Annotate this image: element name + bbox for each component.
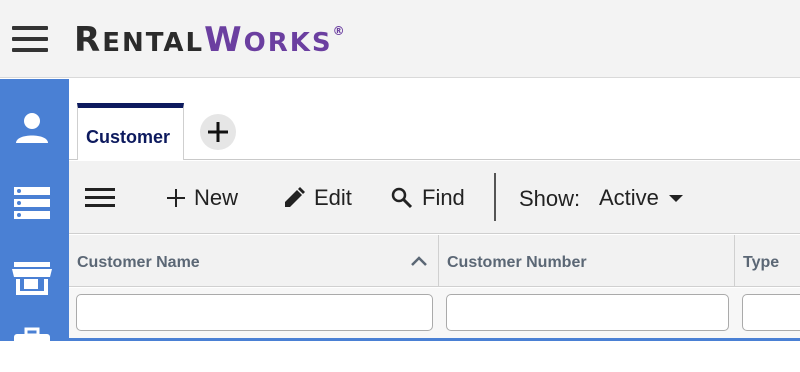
find-button[interactable]: Find xyxy=(390,181,465,215)
menu-bar xyxy=(12,26,48,30)
sort-ascending-icon[interactable] xyxy=(410,255,428,267)
edit-label: Edit xyxy=(314,185,352,210)
app-header: RENTALWORKS® xyxy=(0,0,800,78)
grid-header: Customer Name Customer Number Type xyxy=(69,235,800,287)
app-logo: RENTALWORKS® xyxy=(74,20,345,60)
filter-customer-name-input[interactable] xyxy=(76,294,433,331)
toolbar-divider xyxy=(494,173,496,221)
left-sidebar xyxy=(0,79,69,360)
show-value: Active xyxy=(599,185,659,210)
menu-bar xyxy=(85,196,115,199)
tab-label: Customer xyxy=(86,127,171,147)
tab-customer[interactable]: Customer xyxy=(77,103,184,160)
plus-icon xyxy=(208,122,228,142)
column-header-customer-name[interactable]: Customer Name xyxy=(69,235,439,287)
list-icon[interactable] xyxy=(10,183,54,223)
filter-customer-number-input[interactable] xyxy=(446,294,729,331)
search-icon xyxy=(391,187,413,209)
person-icon[interactable] xyxy=(10,109,54,149)
show-filter-dropdown[interactable]: Active xyxy=(599,181,683,215)
column-header-type[interactable]: Type xyxy=(735,235,800,287)
menu-bar xyxy=(12,48,48,52)
briefcase-icon[interactable] xyxy=(10,327,54,367)
menu-icon[interactable] xyxy=(85,188,115,210)
menu-bar xyxy=(85,188,115,191)
find-label: Find xyxy=(422,185,465,210)
add-tab-button[interactable] xyxy=(200,114,236,150)
chevron-down-icon xyxy=(668,194,683,202)
main-menu-icon[interactable] xyxy=(12,26,48,52)
column-header-customer-number[interactable]: Customer Number xyxy=(439,235,735,287)
show-label: Show: xyxy=(519,186,581,211)
grid-filter-row xyxy=(69,288,800,341)
plus-icon xyxy=(167,189,185,207)
column-label: Type xyxy=(743,254,780,271)
column-label: Customer Name xyxy=(77,254,200,271)
column-label: Customer Number xyxy=(447,254,587,271)
store-icon[interactable] xyxy=(10,259,54,299)
filter-type-input[interactable] xyxy=(742,294,800,331)
new-label: New xyxy=(194,185,239,210)
pencil-icon xyxy=(285,187,305,207)
toolbar: New Edit Find Show: Active xyxy=(69,161,800,234)
menu-bar xyxy=(85,204,115,207)
tab-strip: Customer xyxy=(69,79,800,160)
new-button[interactable]: New xyxy=(166,181,238,215)
edit-button[interactable]: Edit xyxy=(282,181,352,215)
menu-bar xyxy=(12,37,48,41)
